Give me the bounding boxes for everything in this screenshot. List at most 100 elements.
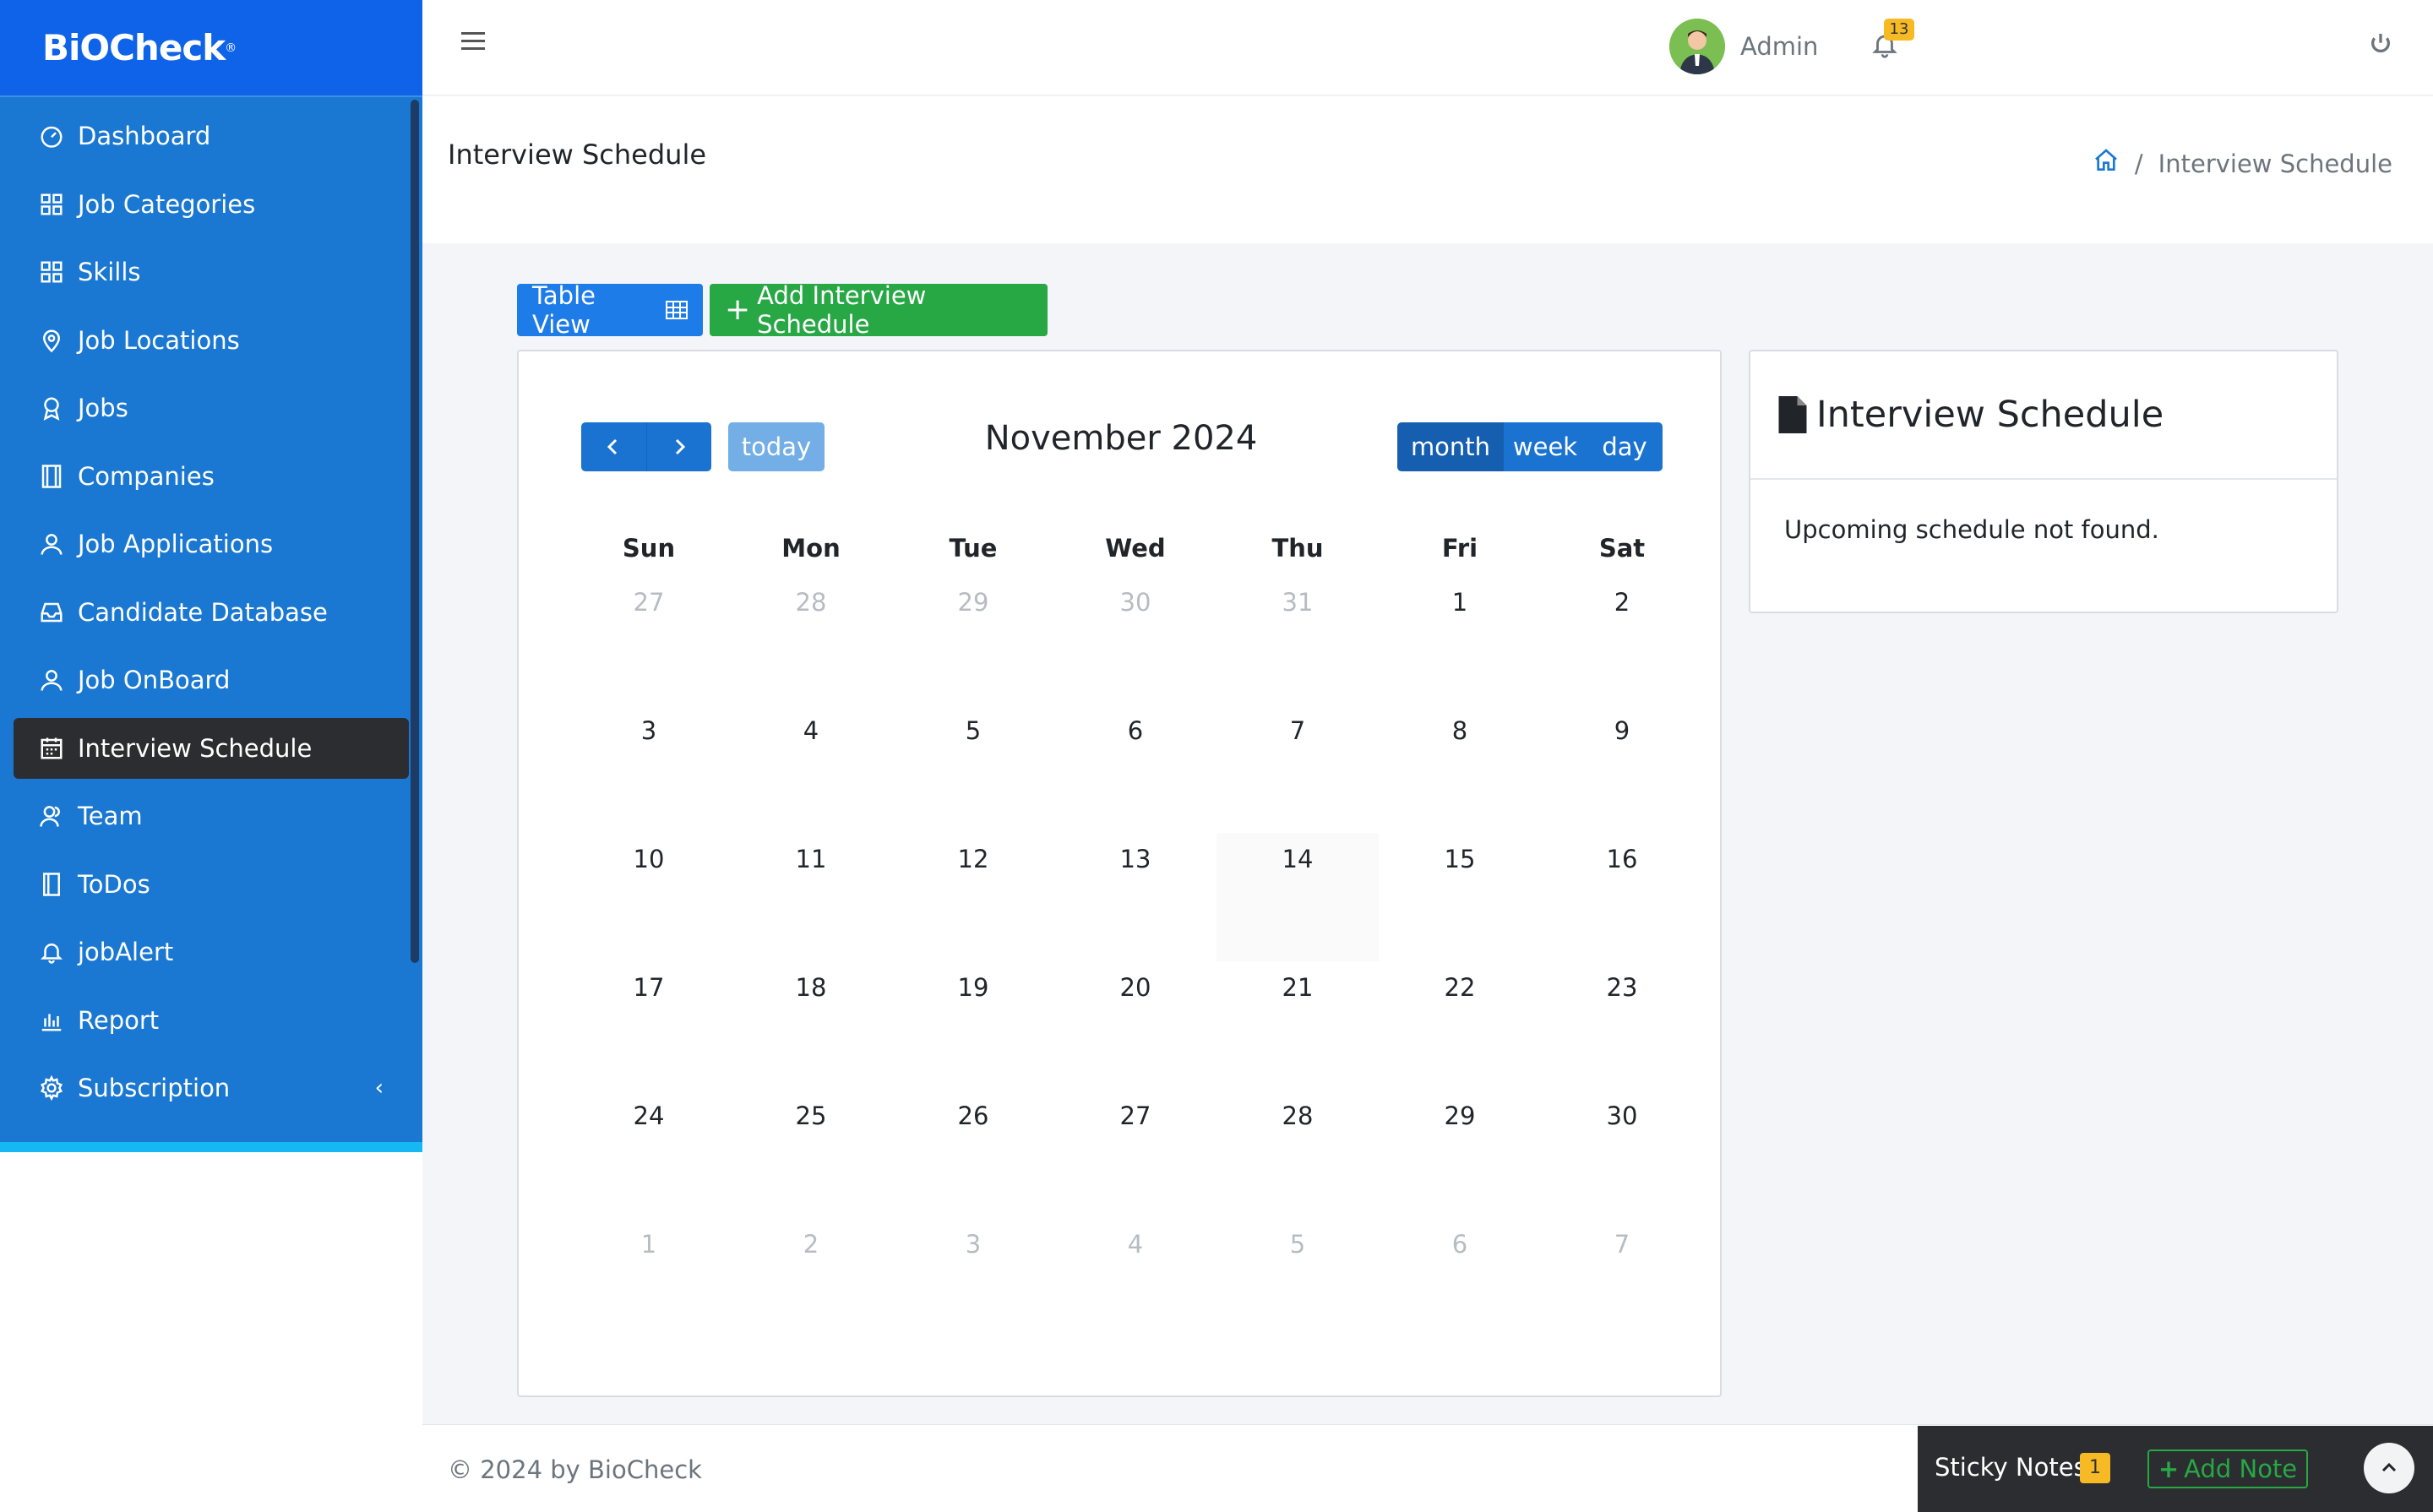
calendar-day[interactable]: 3 (568, 704, 730, 833)
weekday-label: Wed (1105, 534, 1166, 563)
calendar-day[interactable]: 12 (892, 833, 1054, 961)
weekday-label: Sat (1598, 534, 1646, 563)
calendar-day[interactable]: 24 (568, 1090, 730, 1218)
calendar-day[interactable]: 27 (568, 576, 730, 704)
plus-icon: + (2158, 1455, 2180, 1483)
add-interview-schedule-button[interactable]: + Add Interview Schedule (710, 281, 1048, 339)
sidebar-item-jobs[interactable]: Jobs (14, 378, 409, 438)
avatar[interactable] (1669, 19, 1725, 74)
footer-copyright: © 2024 by BioCheck (448, 1455, 702, 1484)
power-logout-icon[interactable] (2367, 30, 2394, 57)
sidebar-item-jobalert[interactable]: jobAlert (14, 922, 409, 982)
sidebar-item-team[interactable]: Team (14, 786, 409, 846)
home-icon[interactable] (2093, 147, 2120, 180)
month-view-button[interactable]: month (1397, 422, 1504, 471)
calendar-view-switcher: month week day (1397, 422, 1663, 471)
sidebar-item-job-locations[interactable]: Job Locations (14, 310, 409, 371)
bell-icon (39, 939, 64, 965)
calendar-day[interactable]: 27 (1054, 1090, 1216, 1218)
sidebar-item-skills[interactable]: Skills (14, 242, 409, 302)
calendar-day[interactable]: 20 (1054, 961, 1216, 1090)
grid-icon (39, 259, 64, 285)
calendar-day[interactable]: 7 (1216, 704, 1379, 833)
notebook-icon (39, 872, 64, 897)
sidebar-item-label: Job OnBoard (78, 666, 231, 694)
sidebar-item-dashboard[interactable]: Dashboard (14, 106, 409, 166)
calendar-day[interactable]: 18 (730, 961, 892, 1090)
calendar-day[interactable]: 4 (1054, 1218, 1216, 1346)
calendar-day[interactable]: 9 (1541, 704, 1703, 833)
sidebar-item-label: Job Categories (78, 189, 256, 219)
top-header (422, 0, 2433, 95)
calendar-card: November 2024 today month week day Sun Mon T… (517, 350, 1722, 1397)
sidebar-item-label: Companies (78, 461, 215, 491)
calendar-day[interactable]: 28 (1216, 1090, 1379, 1218)
chevron-left-icon[interactable]: ‹ (375, 1075, 384, 1101)
brand-logo[interactable]: BiOCheck ® (0, 0, 422, 97)
calendar-day[interactable]: 2 (730, 1218, 892, 1346)
calendar-day[interactable]: 3 (892, 1218, 1054, 1346)
sidebar-item-job-categories[interactable]: Job Categories (14, 174, 409, 235)
calendar-day[interactable]: 5 (1216, 1218, 1379, 1346)
calendar-day[interactable]: 6 (1379, 1218, 1541, 1346)
prev-month-button[interactable] (581, 422, 647, 471)
calendar-day[interactable]: 2 (1541, 576, 1703, 704)
calendar-day[interactable]: 17 (568, 961, 730, 1090)
calendar-day[interactable]: 1 (1379, 576, 1541, 704)
map-pin-icon (39, 328, 64, 353)
calendar-day[interactable]: 8 (1379, 704, 1541, 833)
weekday-label: Tue (949, 534, 998, 563)
calendar-day[interactable]: 15 (1379, 833, 1541, 961)
sidebar-item-interview-schedule[interactable]: Interview Schedule (14, 717, 409, 779)
calendar-day[interactable]: 28 (730, 576, 892, 704)
calendar-day-today[interactable]: 14 (1216, 833, 1379, 961)
calendar-day[interactable]: 22 (1379, 961, 1541, 1090)
scroll-to-top-button[interactable] (2364, 1443, 2414, 1493)
sidebar-scrollbar[interactable] (411, 100, 419, 963)
calendar-day[interactable]: 1 (568, 1218, 730, 1346)
calendar-day[interactable]: 6 (1054, 704, 1216, 833)
today-button[interactable]: today (728, 422, 825, 471)
calendar-day[interactable]: 31 (1216, 576, 1379, 704)
gear-icon (39, 1075, 64, 1101)
user-name[interactable]: Admin (1740, 32, 1818, 61)
calendar-day[interactable]: 16 (1541, 833, 1703, 961)
calendar-day[interactable]: 21 (1216, 961, 1379, 1090)
sidebar-item-job-applications[interactable]: Job Applications (14, 514, 409, 574)
calendar-day[interactable]: 13 (1054, 833, 1216, 961)
panel-header: Interview Schedule (1750, 351, 2337, 480)
calendar-day[interactable]: 23 (1541, 961, 1703, 1090)
calendar-day[interactable]: 5 (892, 704, 1054, 833)
calendar-week-row: 17 18 19 20 21 22 23 (568, 961, 1703, 1090)
sticky-notes-label[interactable]: Sticky Notes (1935, 1453, 2087, 1482)
calendar-week-row: 10 11 12 13 14 15 16 (568, 833, 1703, 961)
table-view-button[interactable]: Table View (517, 281, 703, 339)
calendar-day[interactable]: 29 (892, 576, 1054, 704)
sidebar-item-report[interactable]: Report (14, 990, 409, 1051)
add-note-button[interactable]: + Add Note (2147, 1449, 2308, 1488)
sidebar-item-todos[interactable]: ToDos (14, 854, 409, 915)
sidebar-item-job-onboard[interactable]: Job OnBoard (14, 650, 409, 710)
calendar-day[interactable]: 4 (730, 704, 892, 833)
sidebar: BiOCheck ® Dashboard Job Categories Skills… (0, 0, 422, 1512)
users-icon (39, 803, 64, 829)
calendar-day[interactable]: 25 (730, 1090, 892, 1218)
weekday-label: Fri (1441, 534, 1478, 563)
calendar-day[interactable]: 30 (1054, 576, 1216, 704)
calendar-day[interactable]: 11 (730, 833, 892, 961)
menu-toggle-icon[interactable] (461, 32, 485, 56)
calendar-day[interactable]: 10 (568, 833, 730, 961)
sidebar-item-companies[interactable]: Companies (14, 446, 409, 507)
next-month-button[interactable] (647, 422, 712, 471)
calendar-week-row: 27 28 29 30 31 1 2 (568, 576, 1703, 704)
calendar-day[interactable]: 7 (1541, 1218, 1703, 1346)
sidebar-item-subscription[interactable]: Subscription ‹ (14, 1058, 409, 1118)
calendar-day[interactable]: 26 (892, 1090, 1054, 1218)
calendar-day[interactable]: 29 (1379, 1090, 1541, 1218)
calendar-day[interactable]: 19 (892, 961, 1054, 1090)
sidebar-item-label: Jobs (78, 394, 128, 422)
sidebar-item-candidate-database[interactable]: Candidate Database (14, 582, 409, 643)
calendar-day[interactable]: 30 (1541, 1090, 1703, 1218)
day-view-button[interactable]: day (1587, 422, 1663, 471)
week-view-button[interactable]: week (1504, 422, 1587, 471)
